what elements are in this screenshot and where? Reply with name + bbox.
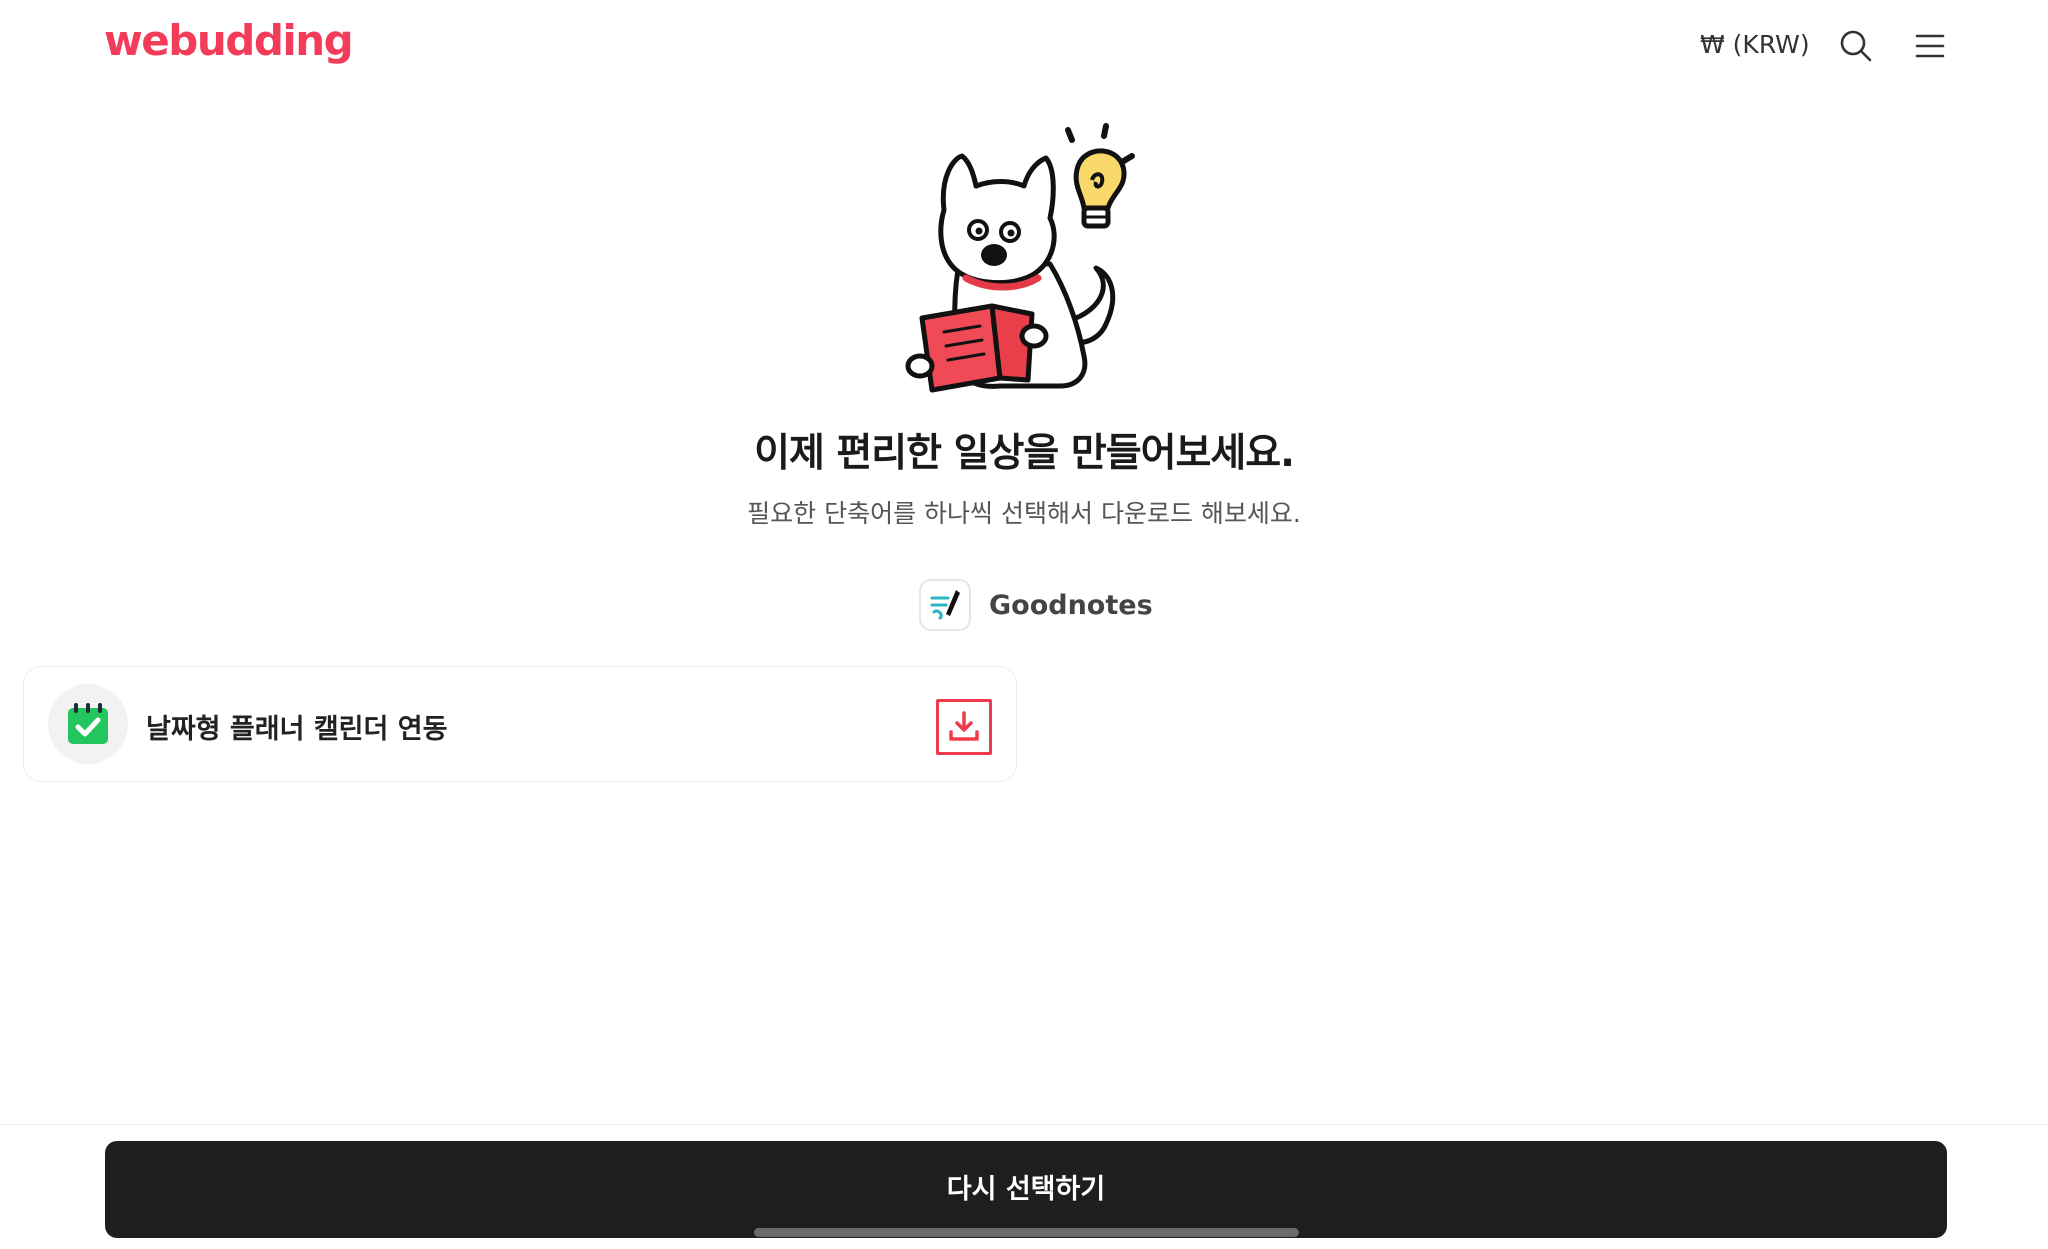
page-title: 이제 편리한 일상을 만들어보세요.	[754, 431, 1295, 476]
currency-selector[interactable]: ₩ (KRW)	[1700, 30, 1810, 59]
download-button[interactable]	[936, 699, 992, 755]
bottom-divider	[0, 1124, 2048, 1125]
brand-logo[interactable]: webudding	[104, 16, 354, 65]
calendar-check-icon	[48, 684, 128, 764]
shortcut-item[interactable]: 날짜형 플래너 캘린더 연동	[23, 666, 1017, 782]
page: webudding ₩ (KRW) 이제 편리한 일상을 만들어보세요. 필요한…	[0, 0, 2048, 1249]
shortcut-label: 날짜형 플래너 캘린더 연동	[146, 714, 448, 745]
reselect-button[interactable]: 다시 선택하기	[105, 1141, 1947, 1238]
app-name: Goodnotes	[989, 589, 1153, 621]
page-subtitle: 필요한 단축어를 하나씩 선택해서 다운로드 해보세요.	[747, 499, 1301, 528]
goodnotes-app-icon	[919, 579, 971, 631]
hamburger-menu-icon[interactable]	[1912, 28, 1948, 64]
download-icon	[949, 711, 979, 741]
dog-reading-illustration	[900, 118, 1150, 398]
app-selector[interactable]: Goodnotes	[919, 578, 1153, 632]
home-indicator	[754, 1228, 1299, 1237]
search-icon[interactable]	[1838, 28, 1874, 64]
header: webudding ₩ (KRW)	[0, 0, 2048, 95]
